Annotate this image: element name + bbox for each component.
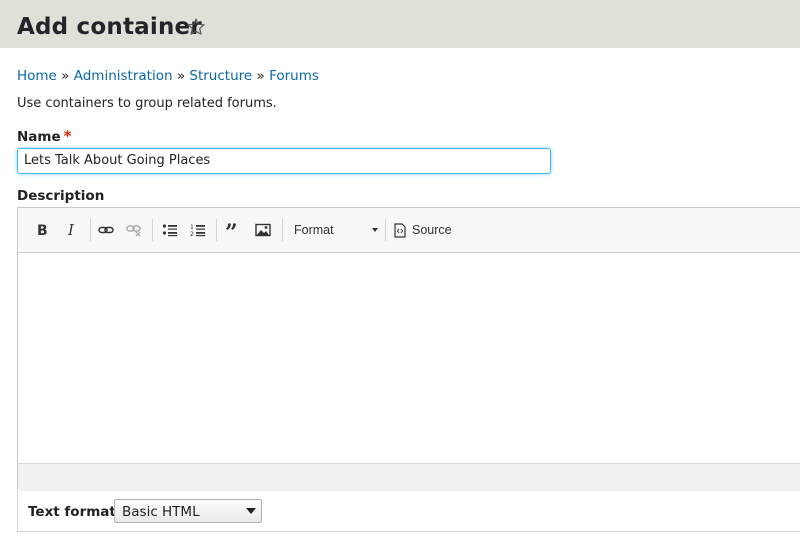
source-button-label: Source	[412, 223, 452, 237]
text-format-wrapper: Text format Basic HTML	[17, 491, 800, 532]
star-outline-icon[interactable]	[186, 17, 206, 37]
source-button[interactable]: Source	[393, 220, 455, 240]
required-marker: *	[63, 127, 72, 145]
toolbar-separator	[385, 219, 386, 241]
numbered-list-icon[interactable]: 12	[188, 220, 208, 240]
name-field-label: Name *	[17, 127, 72, 145]
intro-text: Use containers to group related forums.	[17, 96, 277, 111]
breadcrumb-home-link[interactable]: Home	[17, 68, 57, 84]
breadcrumb-forums-link[interactable]: Forums	[269, 68, 319, 84]
format-dropdown-label: Format	[294, 223, 334, 237]
breadcrumb: Home » Administration » Structure » Foru…	[17, 68, 319, 84]
format-dropdown[interactable]: Format	[294, 220, 378, 240]
toolbar-separator	[152, 219, 153, 241]
breadcrumb-separator: »	[61, 68, 70, 84]
svg-text:2: 2	[190, 231, 194, 237]
chevron-down-icon	[372, 228, 378, 232]
svg-text:B: B	[37, 223, 48, 238]
italic-icon[interactable]: I	[62, 220, 82, 240]
unlink-icon[interactable]	[124, 220, 144, 240]
page-title: Add container	[17, 14, 202, 40]
breadcrumb-structure-link[interactable]: Structure	[189, 68, 252, 84]
editor-content-area[interactable]	[18, 253, 800, 463]
breadcrumb-administration-link[interactable]: Administration	[74, 68, 173, 84]
toolbar-separator	[216, 219, 217, 241]
svg-text:1: 1	[190, 224, 194, 231]
text-format-selected-value: Basic HTML	[122, 504, 200, 520]
svg-text:I: I	[67, 222, 75, 238]
breadcrumb-separator: »	[256, 68, 265, 84]
image-icon[interactable]	[253, 220, 273, 240]
bold-icon[interactable]: B	[32, 220, 52, 240]
editor-toolbar: B I 12 ” Format Source	[18, 208, 800, 253]
text-format-select[interactable]: Basic HTML	[114, 499, 262, 523]
svg-text:”: ”	[225, 223, 238, 237]
link-icon[interactable]	[96, 220, 116, 240]
bulleted-list-icon[interactable]	[160, 220, 180, 240]
toolbar-separator	[90, 219, 91, 241]
breadcrumb-separator: »	[176, 68, 186, 84]
page-header: Add container	[0, 0, 800, 48]
editor-status-bar	[18, 463, 800, 491]
blockquote-icon[interactable]: ”	[223, 220, 245, 240]
description-field-label: Description	[17, 188, 105, 204]
name-input[interactable]	[17, 148, 551, 174]
toolbar-separator	[282, 219, 283, 241]
text-format-label: Text format	[28, 504, 116, 520]
source-icon	[394, 222, 406, 238]
name-label-text: Name	[17, 129, 61, 145]
description-editor: B I 12 ” Format Source	[17, 207, 800, 491]
chevron-down-icon	[246, 508, 256, 514]
